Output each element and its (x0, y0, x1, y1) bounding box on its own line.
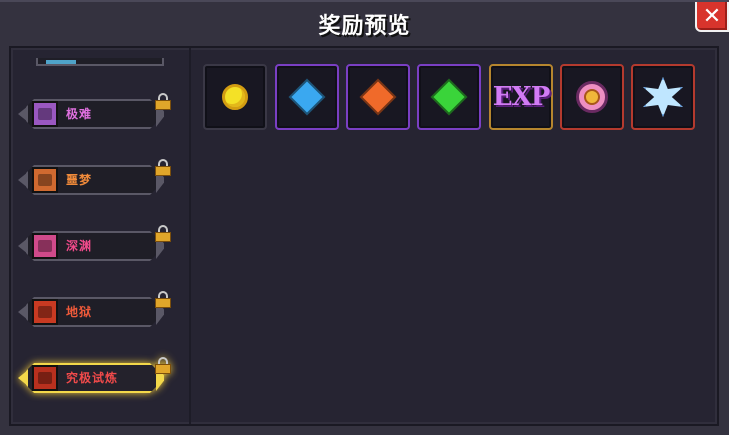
reward-slot[interactable] (560, 64, 624, 130)
reward-slot[interactable] (417, 64, 481, 130)
ring-icon (576, 81, 608, 113)
lock-icon (154, 291, 172, 308)
reward-slot[interactable] (346, 64, 410, 130)
reward-slot[interactable] (203, 64, 267, 130)
lock-icon (154, 93, 172, 110)
difficulty-icon (32, 101, 58, 127)
difficulty-item-ultimate-trial[interactable]: 究极试炼 (16, 357, 171, 397)
difficulty-icon (32, 299, 58, 325)
list-item-partial (36, 48, 164, 68)
blue-gem-icon (288, 78, 326, 116)
difficulty-item-nightmare[interactable]: 噩梦 (16, 159, 171, 199)
window-title: 奖励预览 (318, 14, 411, 39)
lock-icon (154, 357, 172, 374)
orange-gem-icon (359, 78, 397, 116)
difficulty-item-abyss[interactable]: 深渊 (16, 225, 171, 265)
lock-icon (154, 159, 172, 176)
difficulty-icon (32, 167, 58, 193)
exp-icon: EXP (492, 82, 551, 112)
green-gem-icon (430, 78, 468, 116)
difficulty-label: 深渊 (66, 239, 93, 253)
close-button[interactable]: ✕ (695, 2, 729, 32)
lock-icon (154, 225, 172, 242)
crystal-icon (643, 77, 683, 117)
difficulty-label: 极难 (66, 107, 93, 121)
close-icon: ✕ (702, 3, 722, 29)
reward-slot[interactable] (631, 64, 695, 130)
reward-slot[interactable] (275, 64, 339, 130)
difficulty-label: 噩梦 (66, 173, 93, 187)
difficulty-item-hell[interactable]: 地狱 (16, 291, 171, 331)
sidebar-divider (189, 48, 191, 424)
gold-coin-icon (222, 84, 248, 110)
reward-slot[interactable]: EXP (489, 64, 553, 130)
difficulty-icon (32, 233, 58, 259)
reward-preview-window: 奖励预览 ✕ 极难 噩梦 深渊 地狱 究极试炼 EXP (0, 0, 729, 435)
difficulty-item-extreme[interactable]: 极难 (16, 93, 171, 133)
title-bar: 奖励预览 (0, 2, 729, 46)
difficulty-label: 究极试炼 (66, 371, 119, 385)
difficulty-icon (32, 365, 58, 391)
difficulty-label: 地狱 (66, 305, 93, 319)
